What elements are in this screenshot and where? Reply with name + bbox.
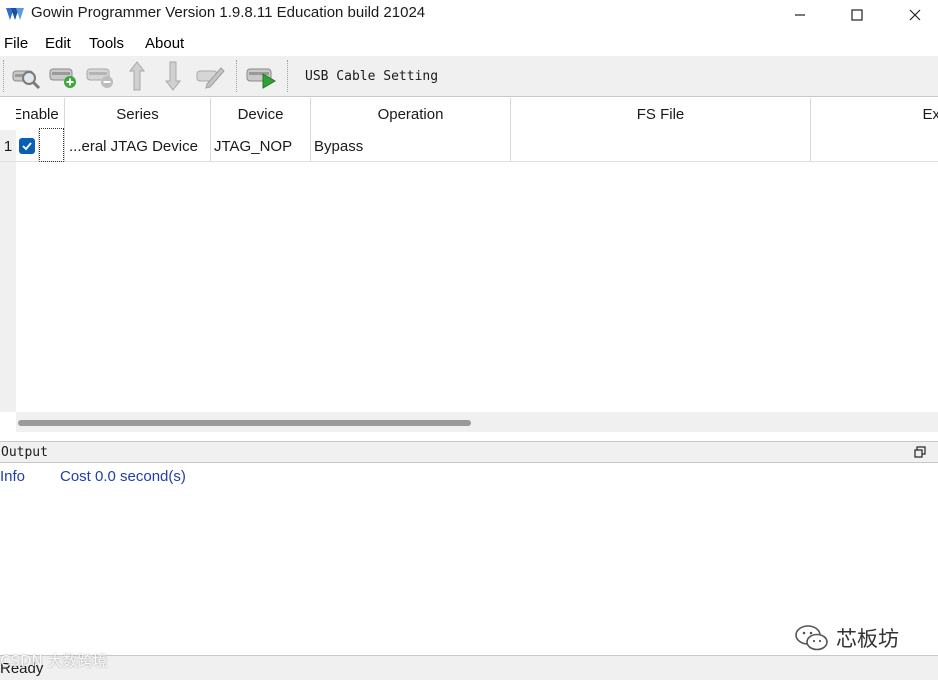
column-header-ex[interactable]: Ex [811, 98, 938, 130]
maximize-button[interactable] [828, 0, 886, 30]
watermark-right-text: 芯板坊 [836, 627, 899, 651]
menu-bar: File Edit Tools About [0, 32, 938, 56]
scrollbar-thumb[interactable] [18, 420, 471, 426]
watermark-left: CSDN 大数跨境 [0, 652, 108, 670]
log-message: Cost 0.0 second(s) [60, 468, 186, 485]
program-run-button[interactable] [245, 60, 277, 92]
minimize-button[interactable] [771, 0, 829, 30]
enable-checkbox[interactable] [19, 138, 35, 154]
column-header-fs-file[interactable]: FS File [511, 98, 811, 130]
wechat-icon [795, 625, 828, 651]
column-header-device[interactable]: Device [211, 98, 311, 130]
close-icon [909, 9, 921, 21]
maximize-icon [851, 9, 863, 21]
remove-device-button[interactable] [84, 60, 116, 92]
output-title: Output [1, 445, 48, 460]
log-level: Info [0, 468, 26, 485]
remove-device-icon [86, 68, 113, 88]
dock-float-icon[interactable] [914, 446, 926, 458]
window-title: Gowin Programmer Version 1.9.8.11 Educat… [31, 4, 426, 21]
output-dock-title: Output [0, 441, 938, 463]
checkmark-icon [22, 142, 32, 151]
toolbar: USB Cable Setting [0, 56, 938, 97]
menu-edit[interactable]: Edit [45, 35, 71, 52]
scan-device-button[interactable] [10, 60, 42, 92]
device-cell[interactable]: JTAG_NOP [211, 130, 311, 162]
title-bar: Gowin Programmer Version 1.9.8.11 Educat… [0, 0, 938, 30]
usb-cable-setting-button[interactable]: USB Cable Setting [305, 69, 438, 84]
gowin-logo-icon [6, 8, 24, 20]
horizontal-scrollbar[interactable] [16, 412, 938, 432]
move-up-button[interactable] [121, 60, 153, 92]
menu-about[interactable]: About [145, 35, 184, 52]
toolbar-grip[interactable] [3, 60, 6, 92]
column-header-operation[interactable]: Operation [311, 98, 511, 130]
minimize-icon [795, 14, 805, 16]
scan-device-icon [12, 70, 41, 90]
table-row[interactable]: ...eral JTAG Device JTAG_NOP Bypass [0, 130, 938, 162]
edit-icon [196, 67, 225, 89]
toolbar-grip-2[interactable] [236, 60, 239, 92]
close-button[interactable] [886, 0, 938, 30]
series-cell[interactable]: ...eral JTAG Device [65, 130, 211, 162]
column-header-series[interactable]: Series [65, 98, 211, 130]
edit-button[interactable] [194, 60, 226, 92]
watermark-right: 芯板坊 [794, 622, 899, 654]
add-device-icon [49, 68, 76, 88]
move-down-icon [164, 61, 182, 91]
move-up-icon [128, 61, 146, 91]
add-device-button[interactable] [47, 60, 79, 92]
menu-file[interactable]: File [4, 35, 28, 52]
toolbar-grip-3[interactable] [287, 60, 290, 92]
cell-focus-rect [39, 128, 64, 162]
move-down-button[interactable] [157, 60, 189, 92]
fs-file-cell[interactable] [511, 130, 811, 162]
operation-cell[interactable]: Bypass [311, 130, 511, 162]
status-bar: Ready [0, 655, 938, 680]
program-run-icon [246, 68, 276, 89]
menu-tools[interactable]: Tools [89, 35, 124, 52]
enable-cell[interactable] [16, 130, 39, 162]
device-table: Enable Series Device Operation FS File E… [0, 98, 938, 412]
table-header: Enable Series Device Operation FS File E… [0, 98, 938, 130]
column-header-enable[interactable]: Enable [16, 98, 65, 130]
